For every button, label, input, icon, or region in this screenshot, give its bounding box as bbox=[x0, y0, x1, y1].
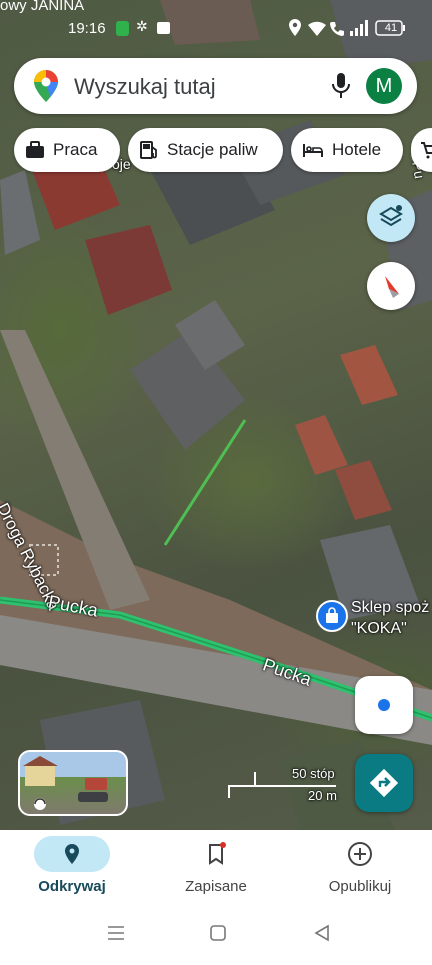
battery-level: 41 bbox=[384, 22, 398, 34]
nav-label-odkrywaj: Odkrywaj bbox=[38, 878, 106, 895]
bed-icon bbox=[303, 144, 323, 157]
layers-button[interactable] bbox=[367, 194, 415, 242]
poi-label-line1[interactable]: Sklep spoż bbox=[351, 599, 429, 617]
image-notification-icon bbox=[157, 22, 170, 34]
microphone-icon[interactable] bbox=[330, 71, 352, 101]
chip-label: Praca bbox=[53, 140, 98, 159]
bookmark-icon bbox=[209, 842, 226, 865]
poi-marker[interactable] bbox=[316, 600, 348, 632]
scale-metric: 20 m bbox=[308, 788, 337, 803]
shopping-cart-icon bbox=[421, 142, 432, 159]
nav-label-opublikuj: Opublikuj bbox=[328, 878, 392, 895]
home-square-icon[interactable] bbox=[210, 925, 226, 941]
compass-icon bbox=[385, 276, 399, 298]
scale-imperial: 50 stóp bbox=[292, 766, 335, 781]
search-placeholder[interactable]: Wyszukaj tutaj bbox=[74, 74, 216, 100]
chip-stacje-paliw[interactable]: Stacje paliw bbox=[128, 128, 283, 172]
directions-icon bbox=[369, 768, 399, 798]
system-navigation-bar bbox=[0, 908, 432, 960]
directions-button[interactable] bbox=[355, 754, 413, 812]
nav-odkrywaj[interactable]: Odkrywaj bbox=[0, 830, 144, 908]
google-maps-pin-icon bbox=[34, 70, 58, 102]
bottom-navigation: Odkrywaj Zapisane Opublikuj bbox=[0, 830, 432, 908]
menu-icon[interactable] bbox=[108, 926, 124, 940]
fan-icon: ✲ bbox=[136, 18, 148, 34]
street-view-preview-image bbox=[23, 756, 108, 810]
signal-icon bbox=[350, 20, 368, 36]
add-circle-icon bbox=[348, 842, 372, 866]
poi-label-line2[interactable]: "KOKA" bbox=[351, 620, 407, 638]
carrier-text: owy JANINA bbox=[0, 0, 85, 14]
my-location-icon bbox=[378, 699, 390, 711]
briefcase-icon bbox=[26, 141, 44, 158]
shopping-bag-icon bbox=[326, 607, 338, 623]
chip-hotele[interactable]: Hotele bbox=[291, 128, 403, 172]
map-scale: 50 stóp 20 m bbox=[228, 766, 338, 806]
street-view-thumbnail[interactable] bbox=[18, 750, 128, 816]
account-avatar[interactable]: M bbox=[366, 68, 402, 104]
chip-praca[interactable]: Praca bbox=[14, 128, 120, 172]
call-icon bbox=[330, 22, 344, 36]
search-bar[interactable]: Wyszukaj tutaj M bbox=[14, 58, 417, 114]
wifi-icon bbox=[308, 21, 326, 36]
location-pin-icon bbox=[65, 844, 79, 864]
nav-zapisane[interactable]: Zapisane bbox=[144, 830, 288, 908]
chip-label: Hotele bbox=[332, 140, 382, 159]
compass-button[interactable] bbox=[367, 262, 415, 310]
status-time: 19:16 bbox=[68, 20, 106, 37]
my-location-button[interactable] bbox=[355, 676, 413, 734]
layers-icon bbox=[379, 205, 403, 227]
back-triangle-icon[interactable] bbox=[314, 924, 329, 942]
status-bar: owy JANINA 19:16 ✲ 41 bbox=[0, 0, 432, 42]
chip-label: Stacje paliw bbox=[167, 140, 258, 159]
gas-station-icon bbox=[140, 141, 157, 159]
nav-label-zapisane: Zapisane bbox=[185, 878, 247, 895]
system-nav-icons bbox=[108, 924, 329, 942]
status-icons bbox=[289, 19, 405, 36]
location-icon bbox=[289, 19, 301, 36]
app-notification-icon bbox=[116, 21, 129, 36]
nav-opublikuj[interactable]: Opublikuj bbox=[288, 830, 432, 908]
